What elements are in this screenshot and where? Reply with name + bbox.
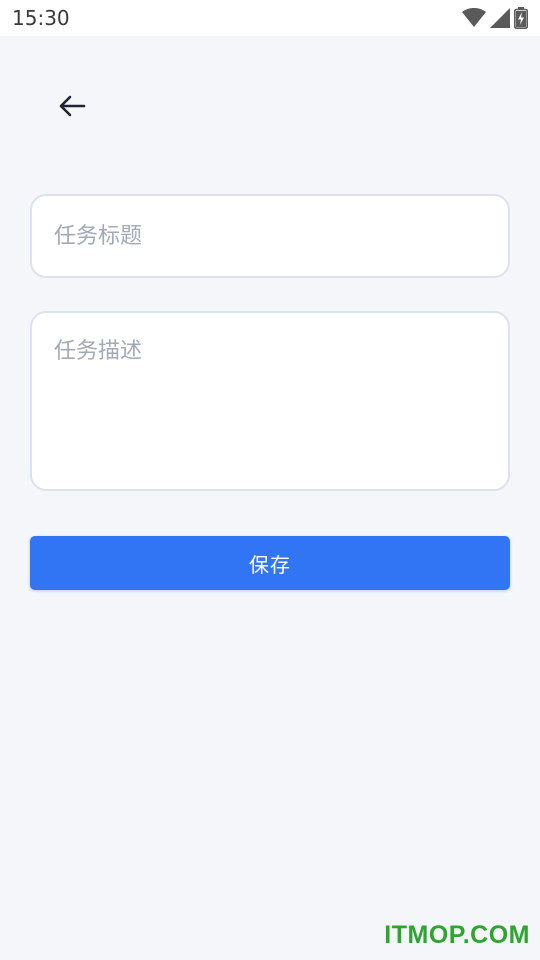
task-title-input[interactable]: [32, 196, 508, 276]
status-bar: 15:30: [0, 0, 540, 36]
save-button[interactable]: 保存: [30, 536, 510, 590]
task-title-field: [30, 194, 510, 278]
signal-icon: [490, 8, 510, 28]
back-button[interactable]: [48, 88, 96, 128]
task-description-input[interactable]: [32, 313, 508, 489]
task-description-field: [30, 311, 510, 491]
wifi-icon: [462, 8, 486, 28]
status-time: 15:30: [12, 6, 70, 30]
watermark: ITMOP.COM: [384, 921, 530, 949]
status-icons: [462, 7, 528, 29]
battery-charging-icon: [514, 7, 528, 29]
arrow-left-icon: [58, 94, 86, 122]
